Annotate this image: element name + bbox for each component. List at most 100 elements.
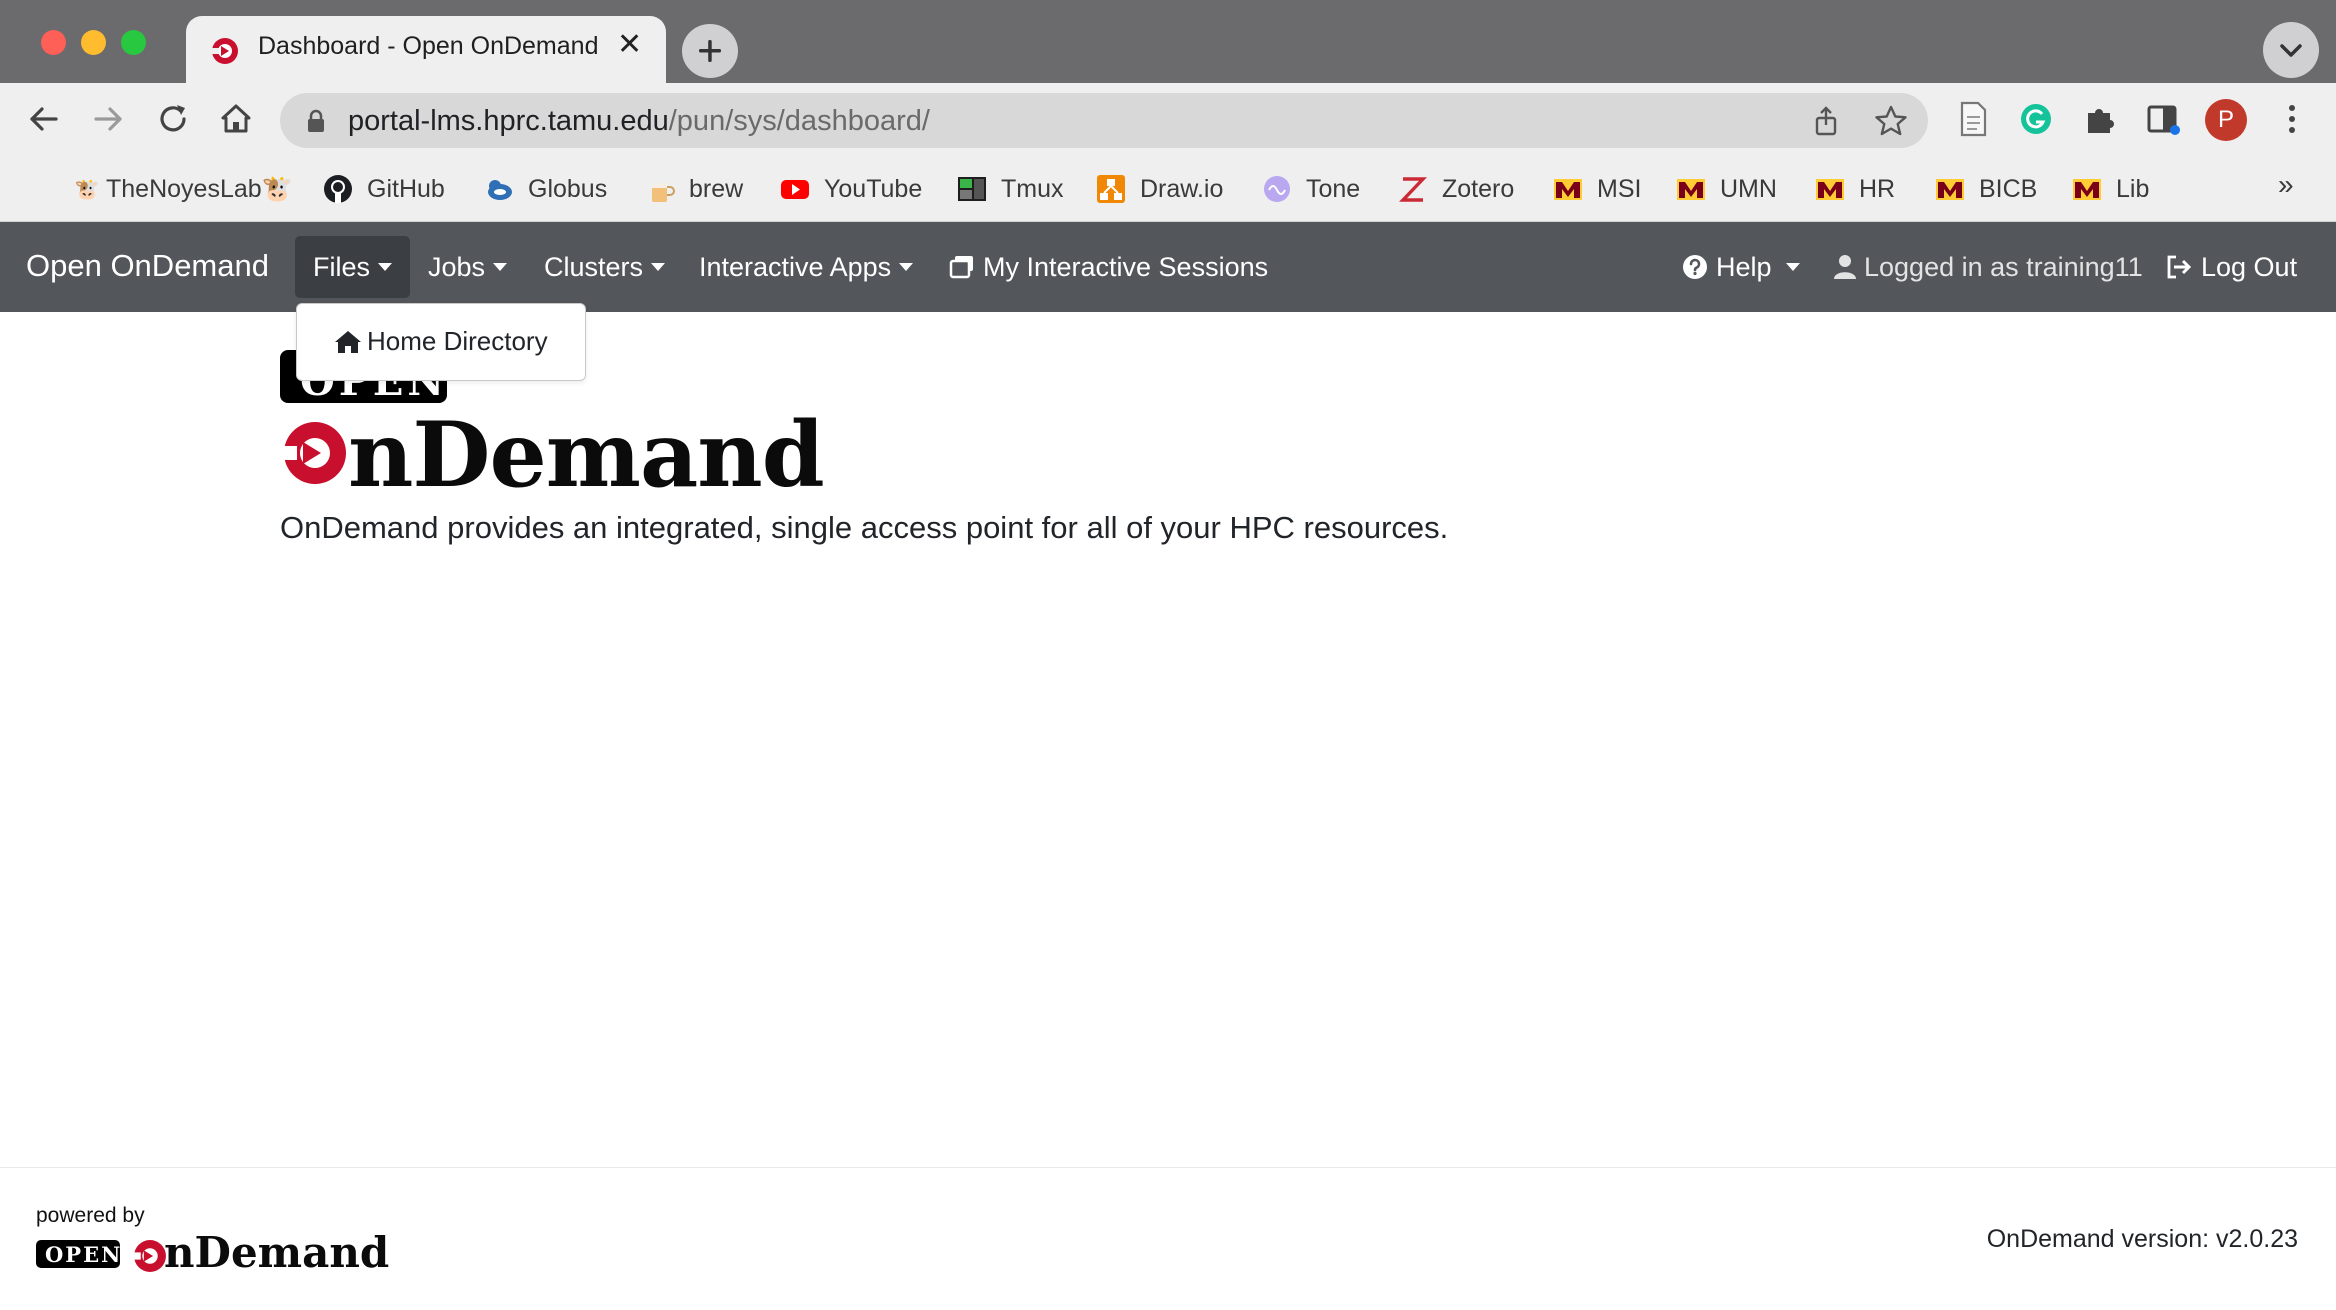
bookmarks-overflow-button[interactable]: » — [2278, 169, 2294, 201]
nav-jobs-label: Jobs — [428, 251, 486, 282]
bookmark-label: Lib — [2116, 174, 2150, 203]
tab-search-button[interactable] — [2263, 22, 2319, 78]
bookmark-label: YouTube — [824, 174, 923, 203]
bookmark-umn[interactable]: UMN — [1676, 169, 1777, 209]
bookmark-brew[interactable]: brew — [645, 169, 743, 209]
nav-help-dropdown[interactable]: Help — [1664, 236, 1818, 298]
bookmark-thenoyeslab[interactable]: 🐮 TheNoyesLab🐮 — [74, 169, 293, 209]
bookmark-lib[interactable]: Lib — [2072, 169, 2149, 209]
caret-down-icon — [378, 263, 393, 271]
github-icon — [324, 175, 352, 203]
tab-strip: Dashboard - Open OnDemand ✕ — [0, 0, 2336, 83]
bookmark-label: MSI — [1597, 174, 1642, 203]
nav-logout-link[interactable]: Log Out — [2147, 236, 2315, 298]
umn-m-icon — [1936, 179, 1964, 200]
umn-m-icon — [2073, 179, 2101, 200]
sign-out-icon — [2167, 255, 2192, 279]
caret-down-icon — [651, 263, 666, 271]
profile-avatar[interactable]: P — [2205, 99, 2247, 141]
umn-m-icon — [1554, 179, 1582, 200]
bookmark-msi[interactable]: MSI — [1553, 169, 1641, 209]
extensions-puzzle-icon[interactable] — [2078, 97, 2122, 141]
ondemand-logo-mark-icon — [280, 422, 346, 484]
nav-my-interactive-sessions-label: My Interactive Sessions — [983, 251, 1269, 282]
nav-my-interactive-sessions[interactable]: My Interactive Sessions — [931, 236, 1286, 298]
bookmark-label: Zotero — [1442, 174, 1515, 203]
nav-jobs-dropdown[interactable]: Jobs — [410, 236, 525, 298]
footer-logo-open-text: OPEN — [45, 1242, 123, 1267]
bookmark-github[interactable]: GitHub — [323, 169, 445, 209]
bookmark-label: GitHub — [367, 174, 445, 203]
ondemand-favicon-icon — [210, 38, 238, 64]
powered-by-label: powered by — [36, 1204, 145, 1227]
nav-interactive-apps-label: Interactive Apps — [699, 251, 892, 282]
bookmarks-bar: 🐮 TheNoyesLab🐮 GitHub Globus brew YouTub… — [0, 157, 2336, 222]
drawio-icon — [1097, 175, 1125, 203]
lock-icon[interactable] — [306, 109, 326, 133]
browser-tab-active[interactable]: Dashboard - Open OnDemand ✕ — [186, 16, 666, 83]
bookmark-label: BICB — [1979, 174, 2038, 203]
share-icon[interactable] — [1810, 105, 1842, 137]
cow-emoji-icon: 🐮 — [74, 178, 100, 201]
bookmark-zotero[interactable]: Zotero — [1398, 169, 1514, 209]
window-close-button[interactable] — [41, 30, 66, 55]
tab-title: Dashboard - Open OnDemand — [258, 32, 599, 60]
bookmark-globus[interactable]: Globus — [484, 169, 607, 209]
browser-toolbar: portal-lms.hprc.tamu.edu/pun/sys/dashboa… — [0, 83, 2336, 157]
bookmark-star-icon[interactable] — [1874, 104, 1908, 138]
caret-down-icon — [899, 263, 914, 271]
dropdown-item-home-directory[interactable]: Home Directory — [335, 326, 548, 357]
kebab-menu-icon[interactable] — [2270, 97, 2314, 141]
caret-down-icon — [1785, 263, 1800, 271]
url-path: /pun/sys/dashboard/ — [668, 105, 930, 137]
address-bar[interactable]: portal-lms.hprc.tamu.edu/pun/sys/dashboa… — [280, 93, 1928, 148]
nav-help-label: Help — [1716, 251, 1772, 282]
logged-in-as-label: Logged in as training11 — [1864, 251, 2143, 282]
bookmark-label: Draw.io — [1140, 174, 1224, 203]
bookmark-bicb[interactable]: BICB — [1935, 169, 2037, 209]
grammarly-icon[interactable] — [2014, 97, 2058, 141]
forward-arrow-icon[interactable] — [86, 97, 130, 141]
bookmark-youtube[interactable]: YouTube — [780, 169, 922, 209]
nav-files-dropdown[interactable]: Files — [295, 236, 411, 298]
ood-navbar: Open OnDemand Files Jobs Clusters Intera… — [0, 222, 2336, 312]
home-icon[interactable] — [214, 97, 258, 141]
new-tab-button[interactable] — [682, 24, 738, 78]
footer-ondemand-logo-mark-icon — [132, 1240, 166, 1272]
window-maximize-button[interactable] — [121, 30, 146, 55]
navbar-brand[interactable]: Open OnDemand — [26, 248, 269, 284]
globus-icon — [488, 180, 512, 200]
side-panel-icon[interactable] — [2141, 97, 2185, 141]
ondemand-version: OnDemand version: v2.0.23 — [1986, 1225, 2298, 1253]
home-icon — [335, 330, 361, 353]
plus-icon — [699, 40, 721, 62]
nav-interactive-apps-dropdown[interactable]: Interactive Apps — [681, 236, 931, 298]
dropdown-item-label: Home Directory — [367, 326, 548, 356]
reload-icon[interactable] — [151, 97, 195, 141]
bookmark-label: Tone — [1306, 174, 1361, 203]
nav-logout-label: Log Out — [2201, 251, 2298, 282]
bookmark-hr[interactable]: HR — [1815, 169, 1895, 209]
caret-down-icon — [493, 263, 508, 271]
url-host: portal-lms.hprc.tamu.edu — [348, 105, 669, 137]
window-minimize-button[interactable] — [81, 30, 106, 55]
bookmark-label: Globus — [528, 174, 608, 203]
tab-close-icon[interactable]: ✕ — [617, 30, 642, 60]
bookmark-label: TheNoyesLab🐮 — [106, 174, 293, 203]
back-arrow-icon[interactable] — [22, 97, 66, 141]
url-text: portal-lms.hprc.tamu.edu/pun/sys/dashboa… — [348, 105, 930, 138]
tone-icon — [1264, 176, 1290, 202]
page-footer: powered by OPEN nDemand OnDemand version… — [0, 1167, 2336, 1310]
bookmark-label: UMN — [1720, 174, 1777, 203]
bookmark-tone[interactable]: Tone — [1262, 169, 1360, 209]
question-circle-icon — [1683, 255, 1707, 279]
zotero-icon — [1399, 177, 1427, 202]
bookmark-drawio[interactable]: Draw.io — [1096, 169, 1223, 209]
user-icon — [1834, 255, 1856, 279]
nav-clusters-dropdown[interactable]: Clusters — [526, 236, 683, 298]
tmux-icon — [958, 177, 986, 201]
reader-mode-icon[interactable] — [1951, 97, 1995, 141]
bookmark-label: brew — [689, 174, 744, 203]
files-dropdown-menu: Home Directory — [296, 303, 586, 381]
bookmark-tmux[interactable]: Tmux — [957, 169, 1064, 209]
